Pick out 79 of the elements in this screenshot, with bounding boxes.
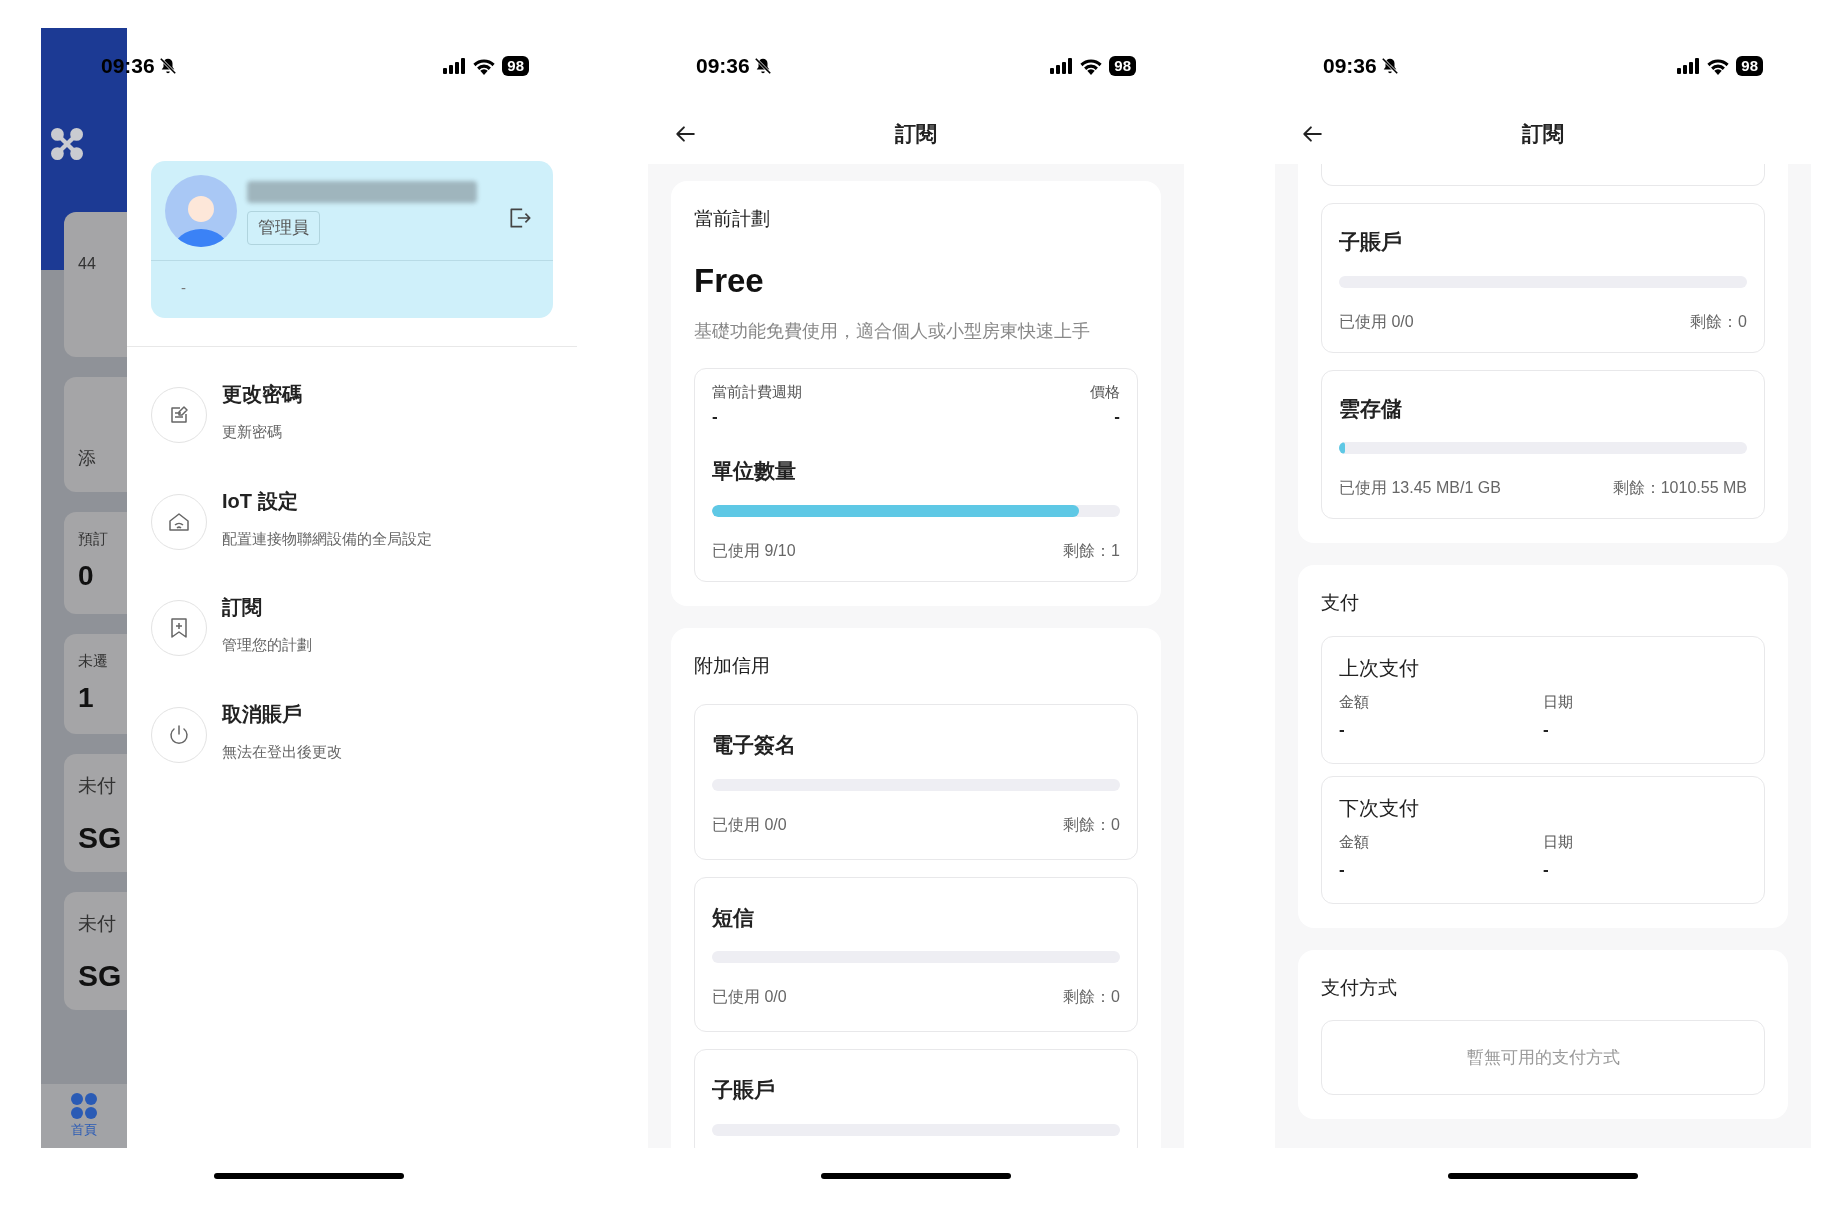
battery-indicator: 98 xyxy=(1109,56,1136,76)
card-value: 0 xyxy=(78,558,95,593)
section-heading: 當前計劃 xyxy=(694,207,771,231)
battery-indicator: 98 xyxy=(1736,56,1763,76)
bell-slash-icon xyxy=(753,57,772,75)
field-value: - xyxy=(1339,859,1346,881)
menu-item-title: 訂閱 xyxy=(222,595,263,620)
usage-title: 單位數量 xyxy=(712,458,797,484)
menu-item-subtitle: 配置連接物聯網設備的全局設定 xyxy=(222,528,432,549)
logout-icon[interactable] xyxy=(507,205,533,231)
menu-item-subtitle: 無法在登出後更改 xyxy=(222,741,342,762)
card-value: 44 xyxy=(78,254,96,274)
usage-text: 已使用 13.45 MB/1 GB xyxy=(1339,478,1501,498)
page-title: 訂閱 xyxy=(895,121,937,148)
usage-title: 子賬戶 xyxy=(712,1077,776,1103)
empty-state-message: 暫無可用的支付方式 xyxy=(1321,1020,1765,1095)
remaining-text: 剩餘：1010.55 MB xyxy=(1612,478,1747,498)
field-value: - xyxy=(1543,719,1550,741)
menu-item-subtitle: 管理您的計劃 xyxy=(222,635,312,655)
usage-text: 已使用 0/0 xyxy=(712,987,787,1007)
back-arrow-icon[interactable] xyxy=(674,123,696,145)
field-value: - xyxy=(1114,405,1120,428)
remaining-text: 剩餘：1 xyxy=(1063,540,1120,561)
card-label: 未付 xyxy=(78,912,117,936)
avatar-silhouette xyxy=(165,175,237,247)
payment-title: 上次支付 xyxy=(1339,655,1420,681)
usage-title: 電子簽名 xyxy=(712,732,797,758)
usage-title: 雲存儲 xyxy=(1339,395,1403,422)
page-title: 訂閱 xyxy=(1522,121,1564,148)
logo-icon xyxy=(51,128,83,160)
wifi-icon xyxy=(1706,57,1731,75)
signal-icon xyxy=(1049,58,1074,74)
field-label: 金額 xyxy=(1339,831,1370,852)
section-heading: 支付 xyxy=(1321,591,1360,615)
field-label: 金額 xyxy=(1339,691,1370,712)
section-heading: 附加信用 xyxy=(694,653,771,678)
wifi-icon xyxy=(472,57,497,75)
field-value: - xyxy=(712,405,718,428)
card-label: 未付 xyxy=(78,774,117,798)
usage-title: 子賬戶 xyxy=(1339,229,1403,255)
status-time: 09:36 xyxy=(696,53,750,80)
usage-text: 已使用 0/0 xyxy=(1339,311,1414,332)
profile-detail: - xyxy=(180,278,187,298)
section-heading: 支付方式 xyxy=(1321,975,1398,1000)
field-label: 價格 xyxy=(1090,382,1120,402)
plan-name: Free xyxy=(694,260,765,301)
card-value: SG xyxy=(78,957,123,994)
usage-title: 短信 xyxy=(712,904,755,931)
bell-slash-icon xyxy=(158,57,177,75)
wifi-icon xyxy=(1079,57,1104,75)
bell-slash-icon xyxy=(1380,57,1399,75)
field-label: 日期 xyxy=(1543,831,1574,852)
remaining-text: 剩餘：0 xyxy=(1063,814,1120,835)
back-arrow-icon[interactable] xyxy=(1301,123,1323,145)
plan-description: 基礎功能免費使用，適合個人或小型房東快速上手 xyxy=(694,320,1091,343)
usage-text: 已使用 0/0 xyxy=(712,814,787,835)
card-value: 1 xyxy=(78,680,95,715)
remaining-text: 剩餘：0 xyxy=(1063,987,1120,1007)
role-badge: 管理員 xyxy=(247,211,320,245)
payment-title: 下次支付 xyxy=(1339,795,1420,821)
card-label: 預訂 xyxy=(78,529,109,549)
field-value: - xyxy=(1543,859,1550,881)
menu-item-subtitle: 更新密碼 xyxy=(222,422,283,442)
remaining-text: 剩餘：0 xyxy=(1690,311,1747,332)
usage-text: 已使用 9/10 xyxy=(712,540,796,561)
card-label: 添 xyxy=(78,448,96,468)
status-time: 09:36 xyxy=(1323,53,1377,80)
menu-item-title: 更改密碼 xyxy=(222,382,302,407)
field-value: - xyxy=(1339,719,1346,741)
card-label: 未遷 xyxy=(78,651,109,671)
card-value: SG xyxy=(78,819,123,856)
signal-icon xyxy=(442,58,467,74)
grid-icon xyxy=(70,1092,98,1120)
field-label: 日期 xyxy=(1543,691,1574,712)
field-label: 當前計費週期 xyxy=(712,382,802,402)
battery-indicator: 98 xyxy=(502,56,529,76)
power-icon xyxy=(167,722,191,747)
menu-item-title: IoT 設定 xyxy=(222,488,299,514)
signal-icon xyxy=(1676,58,1701,74)
